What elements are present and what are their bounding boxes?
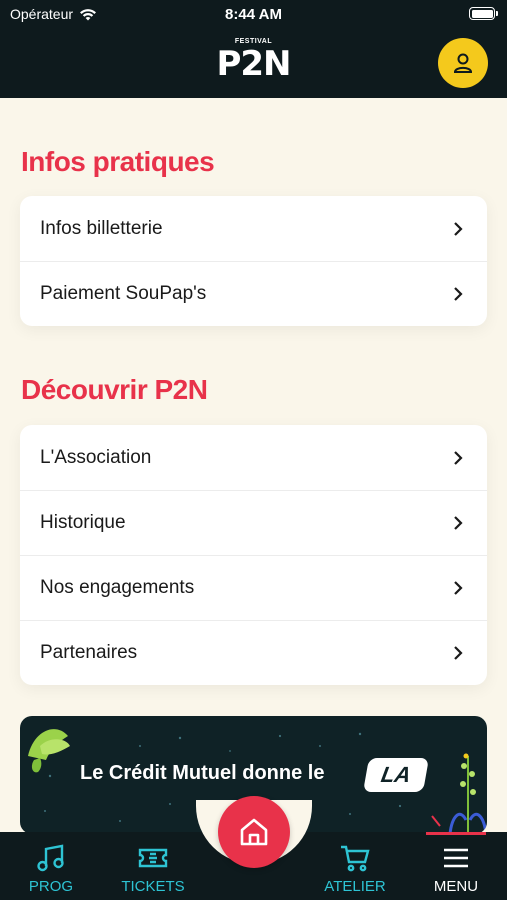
user-icon	[453, 53, 473, 73]
chevron-right-icon	[454, 581, 463, 595]
moth-illustration	[28, 729, 70, 773]
nav-tickets[interactable]: TICKETS	[114, 832, 192, 900]
cart-icon	[341, 845, 370, 872]
hamburger-menu-icon	[444, 848, 468, 868]
chevron-right-icon	[454, 516, 463, 530]
list-item-infos-billetterie[interactable]: Infos billetterie	[20, 196, 487, 261]
banner-text: Le Crédit Mutuel donne le	[80, 762, 325, 784]
status-time: 8:44 AM	[225, 6, 282, 23]
profile-button[interactable]	[438, 38, 488, 88]
festival-logo: FESTIVAL P2N	[0, 38, 507, 82]
nav-label: ATELIER	[324, 878, 386, 895]
nav-atelier[interactable]: ATELIER	[320, 832, 390, 900]
section-title-infos-pratiques: Infos pratiques	[21, 146, 215, 177]
list-item-label: Nos engagements	[40, 577, 195, 598]
nav-label: MENU	[433, 878, 479, 895]
nav-label: TICKETS	[121, 878, 185, 895]
home-icon	[240, 818, 268, 846]
list-item-nos-engagements[interactable]: Nos engagements	[20, 555, 487, 620]
ticket-icon	[138, 848, 168, 868]
battery-icon	[469, 7, 498, 20]
nav-prog[interactable]: PROG	[20, 832, 82, 900]
list-item-label: Infos billetterie	[40, 217, 163, 239]
chevron-right-icon	[454, 450, 463, 465]
list-item-partenaires[interactable]: Partenaires	[20, 620, 487, 685]
home-button[interactable]	[218, 796, 290, 868]
infos-pratiques-card: Infos billetterie Paiement SouPap's	[20, 196, 487, 326]
list-item-historique[interactable]: Historique	[20, 490, 487, 555]
section-title-decouvrir-p2n: Découvrir P2N	[21, 374, 208, 405]
list-item-association[interactable]: L'Association	[20, 425, 487, 490]
plant-illustration	[431, 753, 487, 834]
app-header: Opérateur 8:44 AM FESTIVAL P2N	[0, 0, 507, 98]
status-bar: Opérateur 8:44 AM	[0, 0, 507, 30]
menu-active-indicator	[426, 832, 486, 835]
list-item-label: L'Association	[40, 446, 152, 468]
chevron-right-icon	[454, 646, 463, 660]
chevron-right-icon	[454, 287, 463, 301]
nav-menu[interactable]: MENU	[424, 832, 488, 900]
chevron-right-icon	[454, 221, 463, 236]
list-item-label: Paiement SouPap's	[40, 283, 207, 304]
nav-label: PROG	[28, 878, 74, 895]
music-note-icon	[37, 844, 64, 872]
list-item-label: Historique	[40, 512, 126, 533]
list-item-label: Partenaires	[40, 642, 138, 663]
banner-badge: LA	[363, 758, 429, 792]
decouvrir-card: L'Association Historique Nos engagements…	[20, 425, 487, 685]
list-item-paiement-soupaps[interactable]: Paiement SouPap's	[20, 261, 487, 326]
logo-big-text: P2N	[216, 44, 291, 84]
